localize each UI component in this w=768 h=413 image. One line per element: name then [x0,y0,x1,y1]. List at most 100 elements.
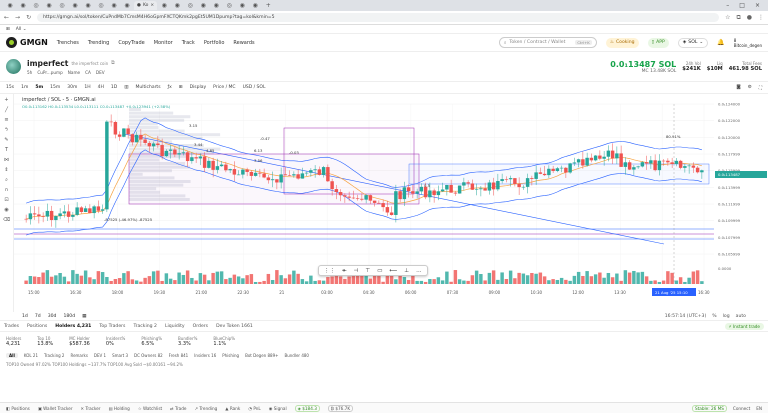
extensions-icon[interactable]: ⧉ [736,14,740,22]
close-window-icon[interactable]: × [755,2,760,9]
brand-logo[interactable]: GMGN [6,37,48,48]
candles-icon[interactable]: ▥ [124,85,128,90]
filter-fresh[interactable]: Fresh 841 [169,353,189,358]
ca-search-link[interactable]: CA [85,70,91,75]
interval-15m[interactable]: 15m [50,85,60,90]
zoom-icon[interactable]: ⌕ [5,177,8,183]
status-signal[interactable]: ◉ Signal [269,406,287,411]
name-search-link[interactable]: Name [68,70,80,75]
tab-icon[interactable]: ◉ [108,2,120,10]
copy-icon[interactable]: ⧉ [111,60,115,66]
account-menu[interactable]: 8 Bitcoin_degen [734,38,762,48]
range-7d[interactable]: 7d [35,314,41,319]
star-icon[interactable]: ☆ [725,14,730,21]
status-rank[interactable]: ▲ Rank [225,406,240,411]
range-1d[interactable]: 1d [22,314,28,319]
status-tracker[interactable]: ✕ Tracker [81,406,101,411]
magnet-icon[interactable]: ∩ [5,187,9,193]
status-watchlist[interactable]: ☆ Watchlist [138,406,162,411]
status-pnl[interactable]: ◔ PnL [248,406,260,411]
interval-5m[interactable]: 5m [35,85,43,90]
search-input[interactable]: ⌕ Token / Contract / Wallet Ctrl+K [498,37,597,48]
vline-icon[interactable]: ⊤ [365,268,370,274]
filter-dev[interactable]: DEV 1 [94,353,106,358]
status-wallet-tracker[interactable]: ▣ Wallet Tracker [38,406,73,411]
filter-kol[interactable]: KOL 21 [24,353,38,358]
tab-icon[interactable]: ◉ [197,2,209,10]
camera-icon[interactable]: ◙ [736,85,740,90]
price-chart[interactable]: 3.15 3.444.85 6.13 3.56 -0.03 -0.47 0.5 -87525 … [14,94,768,312]
arrow-left-icon[interactable]: ↞ [342,268,347,274]
status-trade[interactable]: ⇄ Trade [170,406,186,411]
interval-1h[interactable]: 1H [84,85,90,90]
nav-trenches[interactable]: Trenches [57,40,79,46]
tab-icon[interactable]: ◉ [121,2,133,10]
text-icon[interactable]: T [5,147,8,153]
language-selector[interactable]: EN [756,406,762,411]
line-tool-icon[interactable]: ⊣ [354,268,359,274]
filter-remarks[interactable]: Remarks [70,353,87,358]
status-holding[interactable]: ▤ Holding [109,406,130,411]
filter-bot-degen[interactable]: Bot Degen 889+ [245,353,278,358]
measure-tool-icon[interactable]: ⊥ [404,268,409,274]
move-icon[interactable]: ⋮⋮ [324,268,335,274]
rect-icon[interactable]: ▭ [377,268,382,274]
filter-insiders[interactable]: Insiders 16 [194,353,216,358]
tab-positions[interactable]: Positions [27,324,47,329]
instant-trade-button[interactable]: ⚡ Instant trade [724,322,764,330]
tab-icon[interactable]: ◉ [17,2,29,10]
interval-15s[interactable]: 15s [6,85,14,90]
tab-icon[interactable]: ◉ [210,2,222,10]
hline-icon[interactable]: ≡ [4,117,8,123]
interval-30m[interactable]: 30m [67,85,77,90]
interval-1m[interactable]: 1m [21,85,28,90]
tab-icon[interactable]: ◉ [82,2,94,10]
apps-icon[interactable]: ⊞ [6,27,10,32]
filter-phishing[interactable]: Phishing [222,353,239,358]
tab-icon[interactable]: ◎ [223,2,235,10]
bookmark-all[interactable]: All ⌄ [16,27,27,32]
tab-icon[interactable]: ◉ [69,2,81,10]
crosshair-icon[interactable]: + [4,97,8,103]
tab-icon[interactable]: ◉ [43,2,55,10]
tab-liquidity[interactable]: Liquidity [165,324,185,329]
connect-link[interactable]: Connect [733,406,750,411]
tab-dev-token[interactable]: Dev Token 1661 [216,324,253,329]
nav-rewards[interactable]: Rewards [233,40,254,46]
calendar-icon[interactable]: ▦ [82,314,86,319]
token-address[interactable]: CuPr...pump [37,70,62,75]
tab-icon[interactable]: ◉ [171,2,183,10]
tab-trades[interactable]: Trades [4,324,19,329]
tab-icon[interactable]: ◎ [95,2,107,10]
auto-toggle[interactable]: auto [736,314,746,319]
trash-icon[interactable]: ⌫ [3,217,10,223]
more-icon[interactable]: … [416,268,422,274]
status-trending[interactable]: ↗ Trending [194,406,217,411]
tab-icon[interactable]: ◎ [184,2,196,10]
active-browser-tab[interactable]: ● Ko × [134,1,158,10]
tab-top-traders[interactable]: Top Traders [99,324,125,329]
profile-icon[interactable]: ● [747,14,752,21]
layout-icon[interactable]: ⊞ [179,85,183,90]
back-icon[interactable]: ← [4,14,9,21]
indicators-icon[interactable]: ƒx [168,85,172,90]
nav-portfolio[interactable]: Portfolio [204,40,225,46]
log-toggle[interactable]: log [723,314,730,319]
brush-icon[interactable]: ✎ [4,137,8,143]
multicharts-button[interactable]: Multicharts [136,85,161,90]
tab-icon[interactable]: ◉ [4,2,16,10]
app-button[interactable]: ▯ APP [647,37,669,48]
tab-tracking[interactable]: Tracking 2 [133,324,157,329]
price-mc-toggle[interactable]: Price / MC [213,85,235,90]
pattern-icon[interactable]: ⋈ [4,157,9,163]
filter-tracking[interactable]: Tracking 2 [44,353,64,358]
close-icon[interactable]: × [150,3,154,8]
reload-icon[interactable]: ↻ [26,14,31,21]
range-30d[interactable]: 30d [48,314,57,319]
filter-all[interactable]: All [6,352,18,358]
tab-icon[interactable]: ◉ [249,2,261,10]
fullscreen-icon[interactable]: ⛶ [759,85,762,91]
maximize-icon[interactable]: □ [739,2,745,9]
filter-bundler[interactable]: Bundler 480 [284,353,308,358]
tab-icon[interactable]: ◎ [30,2,42,10]
